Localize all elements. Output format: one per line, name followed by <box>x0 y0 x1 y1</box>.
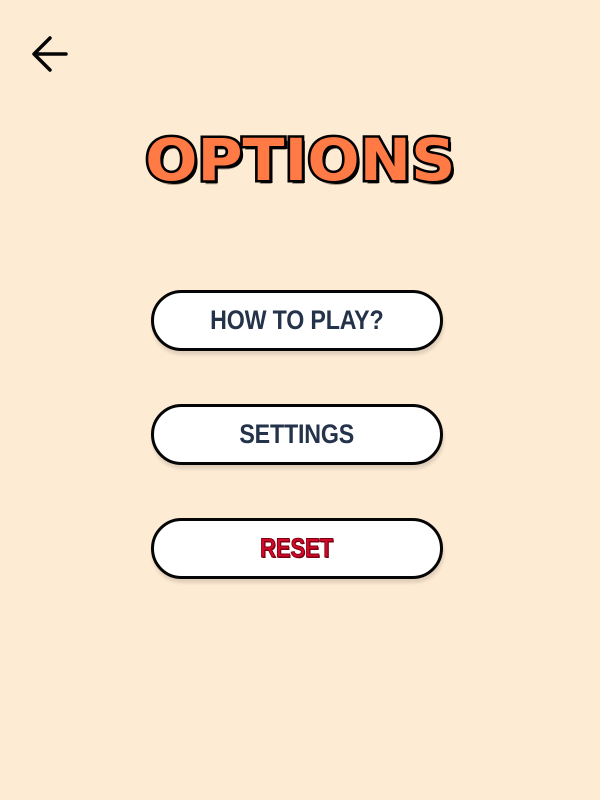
settings-label: SETTINGS <box>239 419 355 449</box>
title-area: OPTIONS <box>0 112 600 208</box>
how-to-play-button[interactable]: HOW TO PLAY? <box>151 290 443 351</box>
back-arrow-icon <box>32 36 68 72</box>
options-screen: OPTIONS HOW TO PLAY? SETTINGS RESET <box>0 0 600 800</box>
settings-button[interactable]: SETTINGS <box>151 404 443 465</box>
reset-button[interactable]: RESET <box>151 518 443 579</box>
page-title: OPTIONS <box>142 126 457 194</box>
how-to-play-label: HOW TO PLAY? <box>210 305 384 335</box>
reset-label: RESET <box>260 533 334 564</box>
back-button[interactable] <box>20 28 80 80</box>
